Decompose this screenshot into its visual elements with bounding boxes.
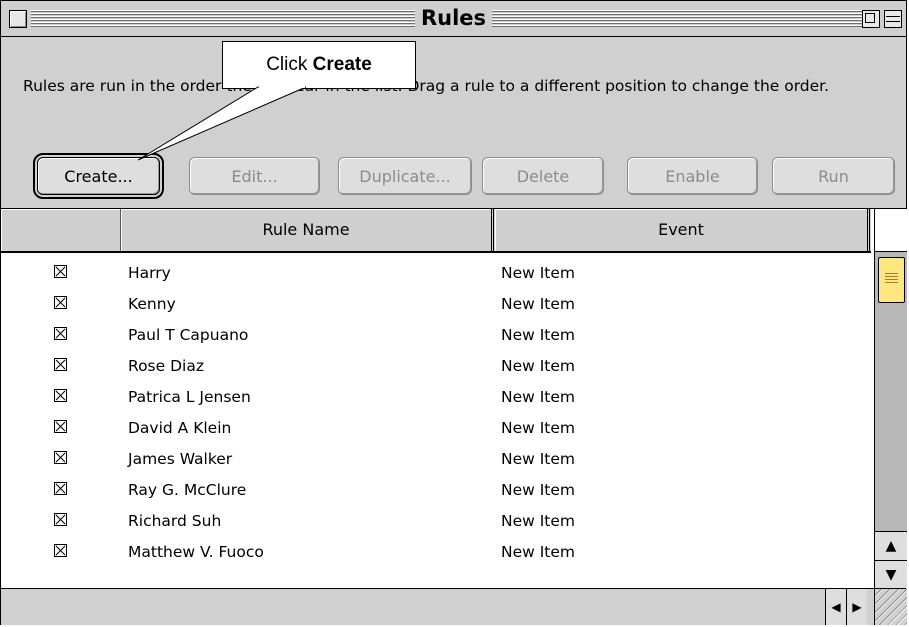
rule-name-cell: Patrica L Jensen [128,388,251,406]
event-cell: New Item [501,450,576,468]
run-button[interactable]: Run [772,157,895,195]
table-row[interactable]: Harry New Item [1,258,871,289]
delete-button[interactable]: Delete [482,157,604,195]
scrollbar-header-corner [875,209,907,252]
title-bar[interactable]: Rules [1,1,906,37]
table-row[interactable]: David A Klein New Item [1,413,871,444]
checkbox-checked-icon[interactable] [54,265,67,278]
instructions-text: Rules are run in the order they appear i… [23,77,830,95]
table-body: Harry New Item Kenny New Item Paul T Capuano… [1,253,871,589]
rule-name-cell: Harry [128,264,171,282]
event-cell: New Item [501,388,576,406]
checkbox-checked-icon[interactable] [54,451,67,464]
table-row[interactable]: Richard Suh New Item [1,506,871,537]
event-cell: New Item [501,264,576,282]
horizontal-scrollbar[interactable]: ◀ ▶ [1,588,907,625]
table-row[interactable]: Matthew V. Fuoco New Item [1,537,871,568]
arrow-up-icon[interactable]: ▲ [875,531,907,560]
event-cell: New Item [501,543,576,561]
checkbox-checked-icon[interactable] [54,327,67,340]
checkbox-checked-icon[interactable] [54,296,67,309]
event-cell: New Item [501,357,576,375]
title-bar-stripes [31,10,876,27]
callout-prefix: Click [266,54,313,75]
table-row[interactable]: Rose Diaz New Item [1,351,871,382]
rule-name-cell: Richard Suh [128,512,222,530]
event-cell: New Item [501,295,576,313]
close-box-icon[interactable] [9,10,27,28]
rules-window: Rules Rules are run in the order they ap… [0,0,907,625]
event-cell: New Item [501,512,576,530]
arrow-left-icon[interactable]: ◀ [825,589,846,625]
rule-name-cell: Matthew V. Fuoco [128,543,264,561]
grow-box-icon[interactable] [874,589,907,625]
table-header: Rule Name Event [1,209,871,253]
table-row[interactable]: Ray G. McClure New Item [1,475,871,506]
scroll-thumb[interactable] [878,257,905,303]
enable-button[interactable]: Enable [627,157,758,195]
callout-bold: Create [312,54,372,75]
event-cell: New Item [501,419,576,437]
rule-name-cell: Ray G. McClure [128,481,247,499]
checkbox-checked-icon[interactable] [54,389,67,402]
callout-box: Click Create [222,41,416,89]
vertical-scrollbar[interactable]: ▲ ▼ [874,209,907,589]
rule-name-cell: Rose Diaz [128,357,204,375]
table-row[interactable]: Paul T Capuano New Item [1,320,871,351]
table-row[interactable]: Kenny New Item [1,289,871,320]
create-button[interactable]: Create... [33,153,164,199]
checkbox-checked-icon[interactable] [54,420,67,433]
checkbox-checked-icon[interactable] [54,358,67,371]
checkbox-checked-icon[interactable] [54,482,67,495]
collapse-box-icon[interactable] [884,10,902,28]
rules-table: Rule Name Event Harry New Item Kenny New It… [1,208,907,589]
rule-name-cell: James Walker [128,450,233,468]
rule-name-cell: Paul T Capuano [128,326,249,344]
event-cell: New Item [501,326,576,344]
rule-name-cell: David A Klein [128,419,232,437]
arrow-down-icon[interactable]: ▼ [875,560,907,589]
column-header-rule-name[interactable]: Rule Name [121,209,494,251]
table-row[interactable]: James Walker New Item [1,444,871,475]
checkbox-checked-icon[interactable] [54,513,67,526]
table-row[interactable]: Patrica L Jensen New Item [1,382,871,413]
column-header-event[interactable]: Event [495,209,870,251]
edit-button[interactable]: Edit... [189,157,320,195]
rule-name-cell: Kenny [128,295,176,313]
duplicate-button[interactable]: Duplicate... [338,157,472,195]
column-header-enabled[interactable] [1,209,121,251]
arrow-right-icon[interactable]: ▶ [846,589,867,625]
event-cell: New Item [501,481,576,499]
checkbox-checked-icon[interactable] [54,544,67,557]
zoom-box-icon[interactable] [862,10,880,28]
